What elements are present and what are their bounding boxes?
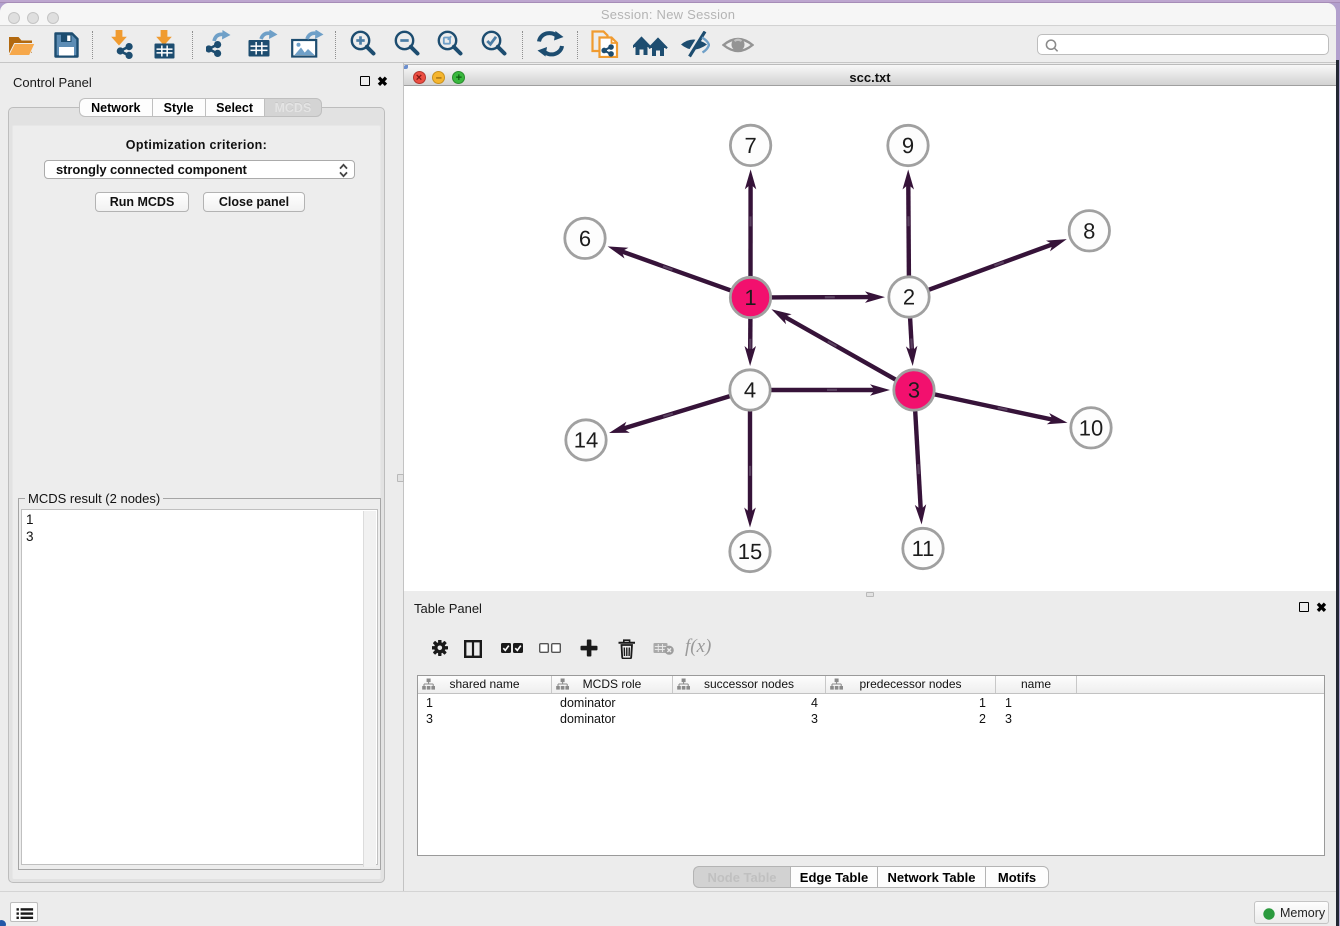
svg-text:9: 9 [902,133,914,158]
svg-text:2: 2 [903,285,915,310]
svg-text:14: 14 [574,428,598,453]
svg-text:7: 7 [744,133,756,158]
svg-text:6: 6 [579,226,591,251]
svg-text:1: 1 [744,285,756,310]
svg-text:10: 10 [1079,415,1103,440]
svg-text:3: 3 [908,378,920,403]
svg-text:11: 11 [912,536,935,561]
svg-text:15: 15 [738,539,762,564]
svg-text:4: 4 [744,378,756,403]
svg-text:8: 8 [1083,218,1095,243]
